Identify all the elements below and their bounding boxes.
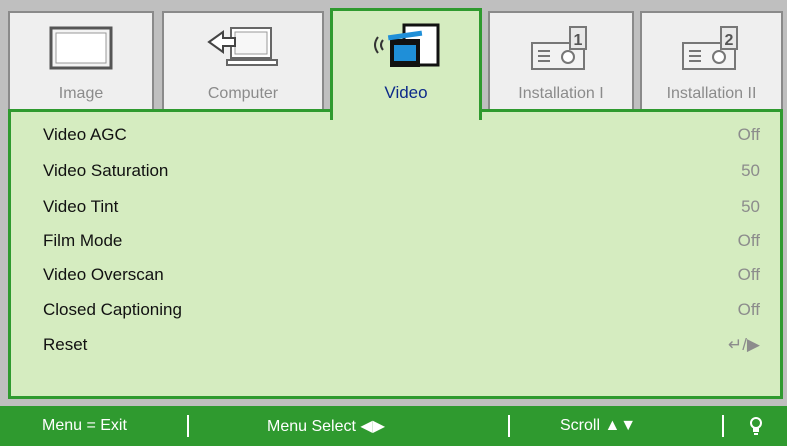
help-divider (508, 415, 510, 437)
setting-value: Off (737, 125, 760, 144)
help-bar: Menu = Exit Menu Select ◀▶ Scroll ▲▼ (0, 406, 787, 446)
tab-label: Computer (207, 85, 279, 102)
tab-image[interactable]: Image (8, 11, 154, 111)
tab-installation-2[interactable]: 2 Installation II (640, 11, 783, 111)
monitor-icon (48, 23, 114, 77)
setting-name: Video Overscan (43, 265, 164, 284)
setting-row-video-saturation[interactable]: Video Saturation 50 (43, 159, 760, 183)
setting-row-film-mode[interactable]: Film Mode Off (43, 229, 760, 253)
setting-name: Reset (43, 335, 88, 354)
enter-arrow-icon: ↵/▶ (727, 335, 760, 354)
setting-row-reset[interactable]: Reset ↵/▶ (43, 333, 760, 357)
setting-name: Video Saturation (43, 161, 169, 180)
tab-label: Installation I (518, 85, 604, 102)
settings-panel: Video AGC Off Video Saturation 50 Video … (8, 109, 783, 399)
setting-name: Closed Captioning (43, 300, 182, 319)
help-exit: Menu = Exit (42, 417, 127, 434)
setting-name: Film Mode (43, 231, 123, 250)
setting-value: Off (737, 300, 760, 319)
tab-installation-1[interactable]: 1 Installation I (488, 11, 634, 111)
projector-2-icon: 2 (677, 23, 747, 77)
tab-video[interactable]: Video (330, 8, 482, 120)
setting-row-video-tint[interactable]: Video Tint 50 (43, 195, 760, 219)
svg-text:1: 1 (574, 32, 583, 49)
tab-strip: Image Computer Video 1 Installation I 2 … (8, 8, 783, 120)
setting-value: 50 (741, 161, 760, 180)
tab-computer[interactable]: Computer (162, 11, 324, 111)
osd-menu: Image Computer Video 1 Installation I 2 … (0, 0, 787, 446)
svg-text:2: 2 (724, 32, 733, 49)
setting-name: Video AGC (43, 125, 127, 144)
setting-row-closed-captioning[interactable]: Closed Captioning Off (43, 298, 760, 322)
help-scroll: Scroll ▲▼ (560, 417, 637, 434)
help-menu-select: Menu Select ◀▶ (267, 418, 385, 435)
video-broadcast-icon (368, 21, 444, 75)
setting-row-video-overscan[interactable]: Video Overscan Off (43, 263, 760, 287)
computer-icon (205, 23, 281, 77)
help-divider (187, 415, 189, 437)
setting-name: Video Tint (43, 197, 119, 216)
projector-1-icon: 1 (526, 23, 596, 77)
help-divider (722, 415, 724, 437)
tab-label: Video (384, 83, 428, 102)
tab-label: Installation II (666, 85, 757, 102)
setting-value: Off (737, 231, 760, 250)
setting-row-video-agc[interactable]: Video AGC Off (43, 123, 760, 147)
setting-value: 50 (741, 197, 760, 216)
setting-value: Off (737, 265, 760, 284)
tab-label: Image (58, 85, 104, 102)
lamp-icon (748, 406, 764, 446)
